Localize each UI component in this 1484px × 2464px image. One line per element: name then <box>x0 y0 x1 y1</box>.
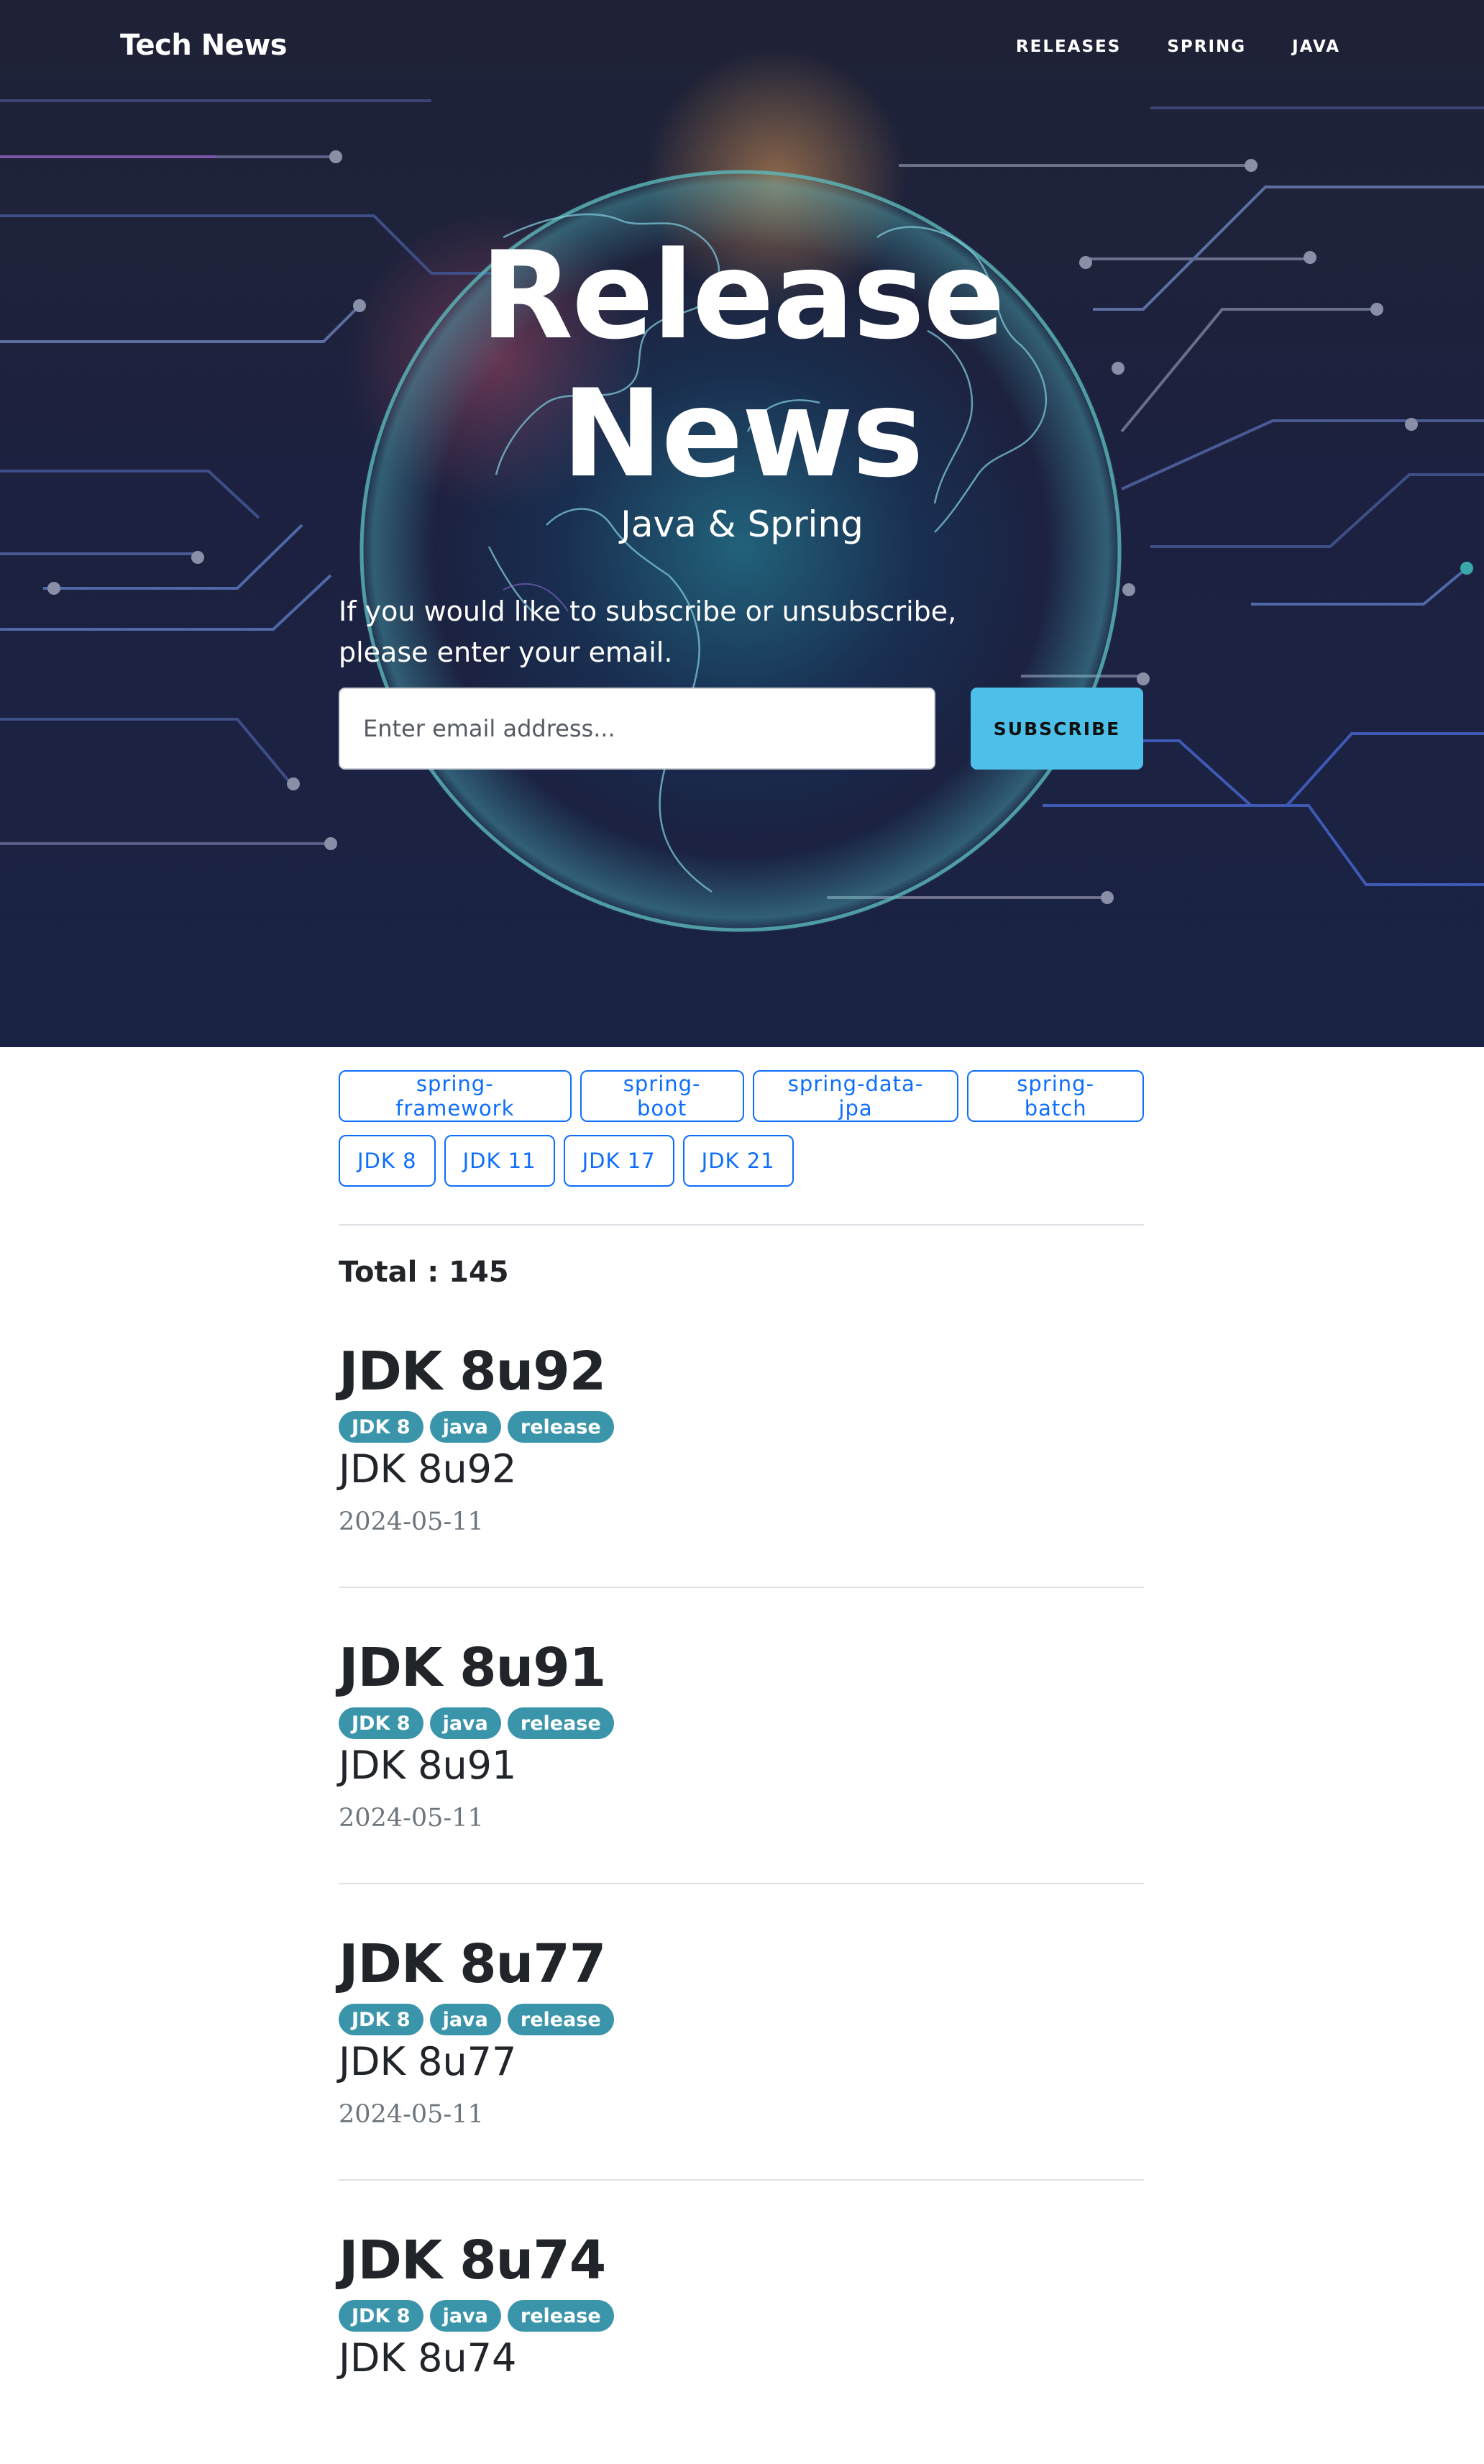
post-title-link[interactable]: JDK 8u92 <box>339 1339 1144 1404</box>
main-content: spring-framework spring-boot spring-data… <box>339 1070 1145 2383</box>
tag-badge[interactable]: release <box>507 2300 614 2332</box>
filter-tag-jdk-11[interactable]: JDK 11 <box>444 1135 555 1187</box>
post-date: 2024-05-11 <box>339 2100 484 2129</box>
tag-badge[interactable]: release <box>507 1707 614 1739</box>
tag-badge[interactable]: JDK 8 <box>339 1411 423 1443</box>
post-title-link[interactable]: JDK 8u91 <box>339 1635 1144 1700</box>
total-count: Total : 145 <box>339 1256 509 1289</box>
post-item: JDK 8u92 JDK 8 java release JDK 8u92 202… <box>339 1339 1144 1588</box>
post-date: 2024-05-11 <box>339 1507 484 1536</box>
filter-tags-row-spring: spring-framework spring-boot spring-data… <box>339 1070 1145 1122</box>
post-subtitle: JDK 8u77 <box>339 2039 517 2084</box>
post-subtitle: JDK 8u91 <box>339 1743 517 1788</box>
post-date: 2024-05-11 <box>339 1804 484 1833</box>
filter-tag-jdk-21[interactable]: JDK 21 <box>682 1135 794 1187</box>
divider <box>339 1224 1144 1226</box>
brand-logo[interactable]: Tech News <box>120 29 288 62</box>
filter-tag-spring-framework[interactable]: spring-framework <box>339 1070 572 1122</box>
hero-title-line1: Release <box>480 225 1005 366</box>
email-input[interactable] <box>339 688 935 770</box>
filter-tag-spring-batch[interactable]: spring-batch <box>967 1070 1145 1122</box>
filter-tag-jdk-17[interactable]: JDK 17 <box>563 1135 674 1187</box>
nav-releases[interactable]: RELEASES <box>1016 37 1121 56</box>
post-tags: JDK 8 java release <box>339 2300 1144 2332</box>
nav-java[interactable]: JAVA <box>1292 37 1340 56</box>
post-item: JDK 8u91 JDK 8 java release JDK 8u91 202… <box>339 1635 1144 1884</box>
subscribe-button[interactable]: SUBSCRIBE <box>971 688 1143 770</box>
post-item: JDK 8u77 JDK 8 java release JDK 8u77 202… <box>339 1932 1144 2181</box>
post-subtitle: JDK 8u92 <box>339 1446 517 1492</box>
post-subtitle: JDK 8u74 <box>339 2335 517 2381</box>
post-title-link[interactable]: JDK 8u74 <box>339 2228 1144 2293</box>
hero-subtitle: Java & Spring <box>620 503 864 545</box>
tag-badge[interactable]: java <box>429 2300 501 2332</box>
tag-badge[interactable]: JDK 8 <box>339 1707 423 1739</box>
post-tags: JDK 8 java release <box>339 1411 1144 1443</box>
hero-section: Tech News RELEASES SPRING JAVA Release N… <box>0 0 1484 1047</box>
hero-title: Release News <box>0 227 1484 503</box>
tag-badge[interactable]: release <box>507 1411 614 1443</box>
post-tags: JDK 8 java release <box>339 2004 1144 2035</box>
filter-tag-spring-boot[interactable]: spring-boot <box>580 1070 744 1122</box>
filter-tags-row-jdk: JDK 8 JDK 11 JDK 17 JDK 21 <box>339 1135 1144 1187</box>
tag-badge[interactable]: release <box>507 2004 614 2035</box>
tag-badge[interactable]: JDK 8 <box>339 2004 423 2035</box>
post-divider <box>339 1883 1144 1884</box>
subscribe-instructions-line1: If you would like to subscribe or unsubs… <box>339 596 957 627</box>
post-divider <box>339 1587 1144 1588</box>
hero-title-line2: News <box>562 363 924 504</box>
post-title-link[interactable]: JDK 8u77 <box>339 1932 1144 1997</box>
filter-tag-jdk-8[interactable]: JDK 8 <box>339 1135 436 1187</box>
post-item: JDK 8u74 JDK 8 java release JDK 8u74 <box>339 2228 1144 2383</box>
subscribe-instructions-line2: please enter your email. <box>339 636 673 668</box>
filter-tag-spring-data-jpa[interactable]: spring-data-jpa <box>752 1070 959 1122</box>
subscribe-instructions: If you would like to subscribe or unsubs… <box>339 591 986 673</box>
tag-badge[interactable]: java <box>429 2004 501 2035</box>
main-nav: RELEASES SPRING JAVA <box>1016 37 1340 56</box>
post-tags: JDK 8 java release <box>339 1707 1144 1739</box>
nav-spring[interactable]: SPRING <box>1167 37 1246 56</box>
tag-badge[interactable]: java <box>429 1411 501 1443</box>
tag-badge[interactable]: JDK 8 <box>339 2300 423 2332</box>
post-divider <box>339 2179 1144 2181</box>
tag-badge[interactable]: java <box>429 1707 501 1739</box>
